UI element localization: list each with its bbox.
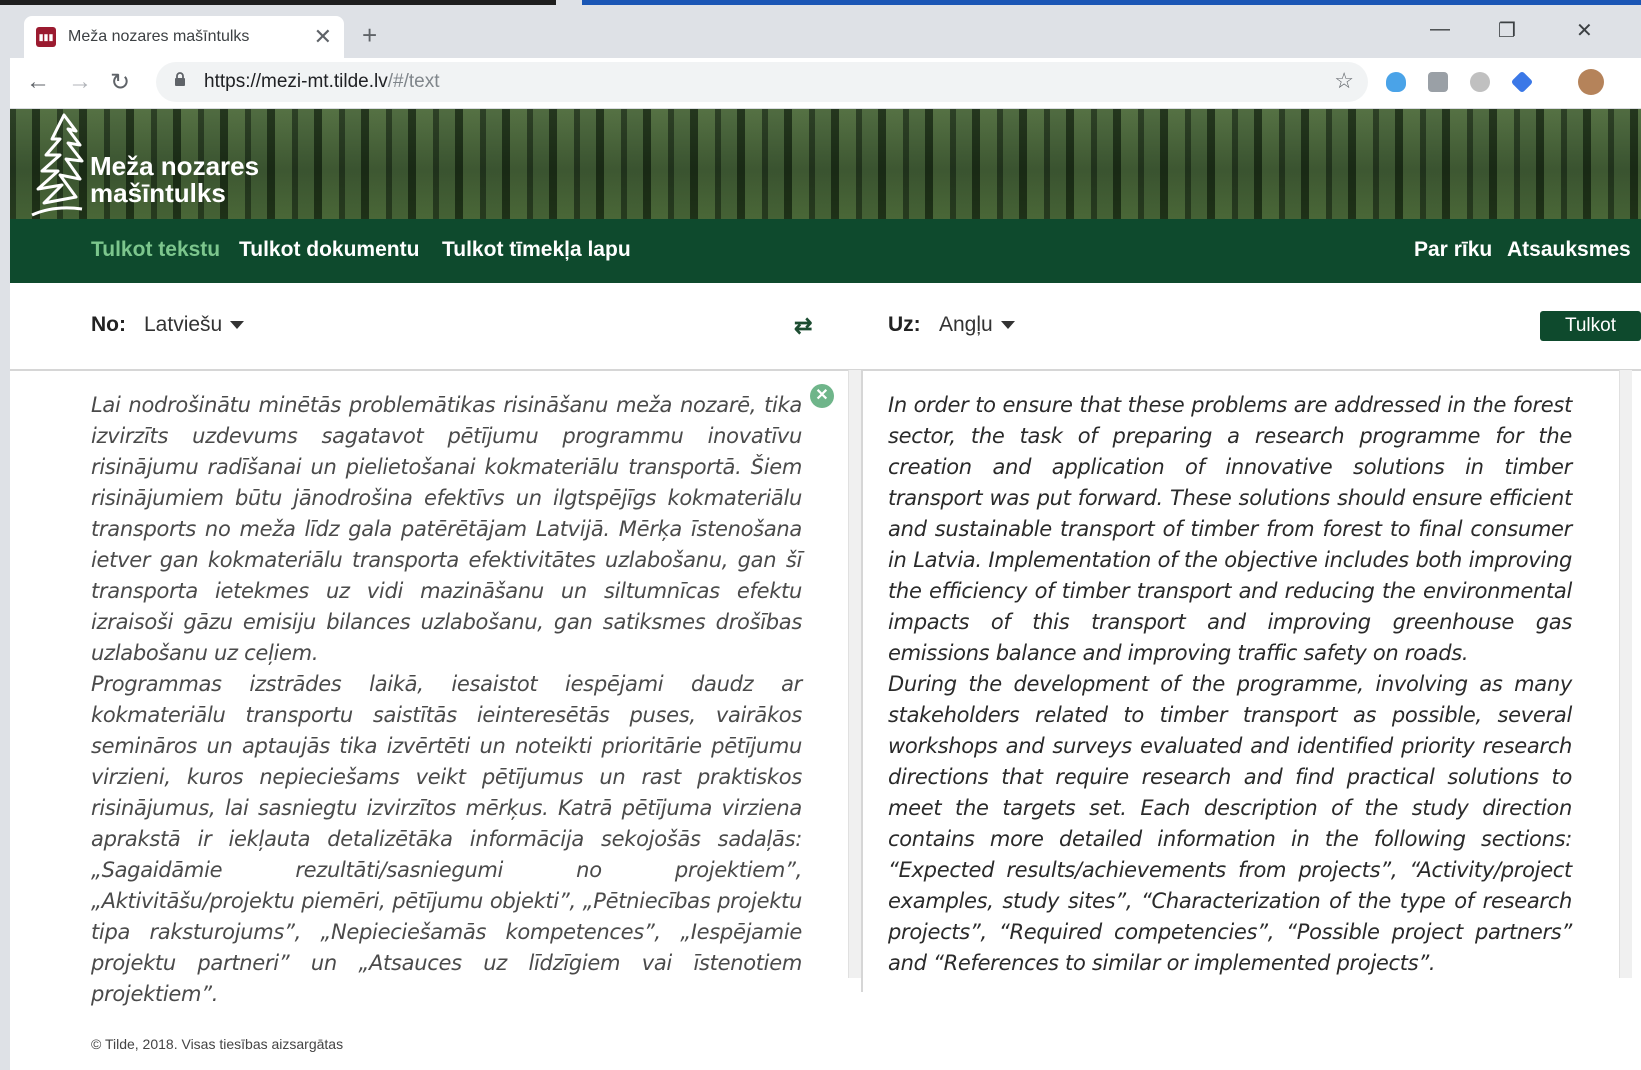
target-lang-value: Angļu xyxy=(939,313,993,336)
nav-translate-document[interactable]: Tulkot dokumentu xyxy=(239,238,419,262)
nav-translate-webpage[interactable]: Tulkot tīmekļa lapu xyxy=(442,238,631,262)
browser-tab-bar: ▮▮▮ Meža nozares mašīntulks ✕ + — ❐ ✕ xyxy=(10,6,1641,58)
translate-button[interactable]: Tulkot xyxy=(1540,311,1641,341)
new-tab-button[interactable]: + xyxy=(362,20,377,51)
nav-about[interactable]: Par rīku xyxy=(1414,238,1492,262)
cast-extension-icon[interactable] xyxy=(1428,72,1448,92)
window-close-button[interactable]: ✕ xyxy=(1576,18,1593,43)
lock-icon xyxy=(174,72,186,91)
target-lang-select[interactable]: Angļu xyxy=(939,313,1015,337)
source-paragraph-1: Lai nodrošinātu minētās problemātikas ri… xyxy=(91,393,802,665)
chevron-down-icon xyxy=(230,321,245,330)
browser-toolbar: ← → ↻ https://mezi-mt.tilde.lv/#/text ☆ … xyxy=(10,58,1641,109)
site-banner: Meža nozares mašīntulks xyxy=(10,109,1641,219)
cloud-extension-icon[interactable] xyxy=(1386,72,1406,92)
source-lang-label: No: xyxy=(91,313,126,336)
panel-divider xyxy=(861,370,863,992)
url-host: https://mezi-mt.tilde.lv xyxy=(204,71,388,92)
profile-avatar[interactable] xyxy=(1578,69,1604,95)
reload-button[interactable]: ↻ xyxy=(110,68,130,97)
source-scrollbar[interactable] xyxy=(848,370,861,978)
target-paragraph-2: During the development of the programme,… xyxy=(888,672,1572,975)
language-bar: No: Latviešu ⇄ Uz: Angļu Tulkot xyxy=(10,283,1641,371)
diamond-extension-icon[interactable] xyxy=(1510,70,1534,94)
footer-copyright: © Tilde, 2018. Visas tiesības aizsargāta… xyxy=(91,1036,344,1052)
url-path: /#/text xyxy=(387,71,440,92)
address-bar[interactable]: https://mezi-mt.tilde.lv/#/text ☆ xyxy=(156,62,1368,102)
source-paragraph-2: Programmas izstrādes laikā, iesaistot ie… xyxy=(91,672,802,1006)
nav-translate-text[interactable]: Tulkot tekstu xyxy=(91,238,220,262)
brand-line-1: Meža nozares xyxy=(90,151,260,181)
browser-tab[interactable]: ▮▮▮ Meža nozares mašīntulks ✕ xyxy=(24,16,344,58)
os-top-strip-dark xyxy=(0,0,556,5)
site-brand[interactable]: Meža nozares mašīntulks xyxy=(90,153,259,207)
bookmark-star-icon[interactable]: ☆ xyxy=(1334,68,1354,94)
back-button[interactable]: ← xyxy=(26,68,50,96)
brand-line-2: mašīntulks xyxy=(90,178,226,208)
translation-output: In order to ensure that these problems a… xyxy=(888,390,1572,979)
source-text-area[interactable]: Lai nodrošinātu minētās problemātikas ri… xyxy=(91,390,802,1010)
browser-menu-icon[interactable]: ⋮ xyxy=(1632,68,1641,94)
os-top-strip-blue xyxy=(582,0,1641,5)
site-favicon-icon: ▮▮▮ xyxy=(36,27,56,47)
clear-text-icon[interactable]: ✕ xyxy=(810,384,834,408)
target-paragraph-1: In order to ensure that these problems a… xyxy=(888,393,1572,665)
tab-close-icon[interactable]: ✕ xyxy=(314,24,332,50)
chevron-down-icon xyxy=(1000,321,1015,330)
source-lang-value: Latviešu xyxy=(144,313,223,336)
swap-languages-icon[interactable]: ⇄ xyxy=(794,313,812,339)
target-lang-label: Uz: xyxy=(888,313,921,336)
window-restore-button[interactable]: ❐ xyxy=(1498,18,1516,43)
tab-title: Meža nozares mašīntulks xyxy=(68,28,250,45)
target-scrollbar[interactable] xyxy=(1619,370,1632,978)
window-minimize-button[interactable]: — xyxy=(1430,18,1450,41)
forward-button[interactable]: → xyxy=(68,68,92,96)
tree-logo-icon xyxy=(31,113,84,217)
source-lang-select[interactable]: Latviešu xyxy=(144,313,245,337)
window-left-edge xyxy=(0,6,10,1070)
main-nav: Tulkot tekstu Tulkot dokumentu Tulkot tī… xyxy=(10,219,1641,283)
circle-extension-icon[interactable] xyxy=(1470,72,1490,92)
nav-feedback[interactable]: Atsauksmes xyxy=(1507,238,1631,262)
url-text: https://mezi-mt.tilde.lv/#/text xyxy=(204,71,439,93)
